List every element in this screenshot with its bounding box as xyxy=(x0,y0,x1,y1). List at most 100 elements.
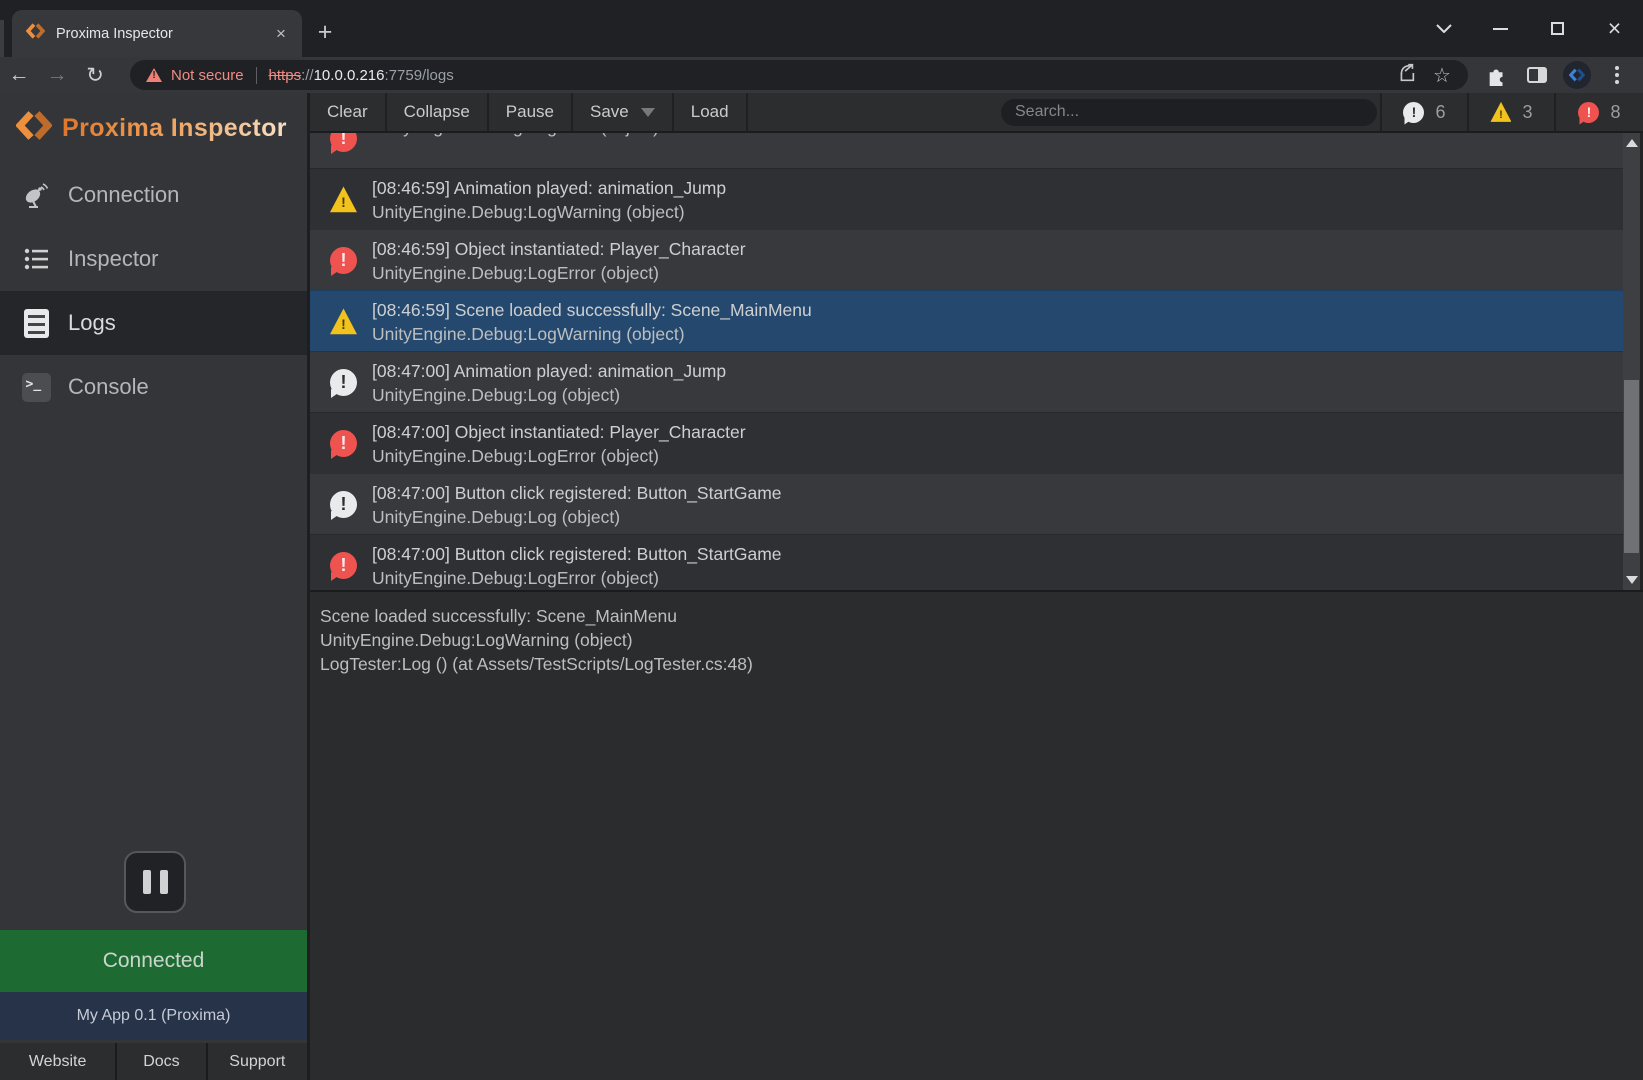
log-entry-text: [08:46:59] Animation played: animation_J… xyxy=(372,169,726,229)
document-icon xyxy=(20,309,52,338)
log-stack: UnityEngine.Debug:LogError (object) xyxy=(372,133,659,139)
app-info-bar: My App 0.1 (Proxima) xyxy=(0,992,307,1040)
window-edge xyxy=(0,20,4,57)
scroll-down-arrow-icon[interactable] xyxy=(1626,576,1638,584)
log-entry[interactable]: ! [08:47:00] Button click registered: Bu… xyxy=(310,534,1623,590)
browser-action-icons xyxy=(1477,57,1637,93)
logs-page: Clear Collapse Pause Save Load ! 6 ! 3 !… xyxy=(310,93,1643,1080)
tab-favicon-proxima-logo-icon xyxy=(26,22,45,45)
browser-navbar: ← → ↻ ! Not secure https://10.0.0.216:77… xyxy=(0,57,1643,93)
log-level-icon: ! xyxy=(330,491,357,518)
info-count-filter[interactable]: ! 6 xyxy=(1382,93,1469,131)
not-secure-warning-icon: ! xyxy=(146,68,162,82)
sidebar-item-label: Inspector xyxy=(68,246,159,272)
sidebar-item-inspector[interactable]: Inspector xyxy=(0,227,307,291)
pause-stream-button[interactable] xyxy=(124,851,186,913)
forward-icon[interactable]: → xyxy=(38,63,76,87)
search-area xyxy=(748,93,1382,131)
profile-avatar-logo-icon xyxy=(1563,61,1591,89)
log-list-rows: ! UnityEngine.Debug:LogError (object) ! … xyxy=(310,133,1623,590)
sidebar-item-logs[interactable]: Logs xyxy=(0,291,307,355)
side-panel-icon[interactable] xyxy=(1517,59,1557,91)
tab-search-chevron-icon[interactable] xyxy=(1415,0,1472,57)
pause-button[interactable]: Pause xyxy=(489,93,573,131)
warning-count-filter[interactable]: ! 3 xyxy=(1469,93,1556,131)
log-level-icon: ! xyxy=(330,308,357,335)
log-message: [08:47:00] Button click registered: Butt… xyxy=(372,542,782,566)
log-message: [08:46:59] Object instantiated: Player_C… xyxy=(372,237,746,261)
window-controls: × xyxy=(1415,0,1643,57)
url-path: :7759/logs xyxy=(385,67,454,84)
tab-close-icon[interactable]: × xyxy=(270,23,292,45)
footer-link-support[interactable]: Support xyxy=(208,1043,307,1080)
log-message: [08:47:00] Object instantiated: Player_C… xyxy=(372,420,746,444)
log-entry[interactable]: ! [08:47:00] Object instantiated: Player… xyxy=(310,412,1623,473)
detail-line: LogTester:Log () (at Assets/TestScripts/… xyxy=(320,652,1633,676)
window-minimize-button[interactable] xyxy=(1472,0,1529,57)
connection-status-badge: Connected xyxy=(0,930,307,992)
bookmark-star-icon[interactable]: ☆ xyxy=(1424,63,1460,88)
tab-title: Proxima Inspector xyxy=(56,26,270,42)
log-entry[interactable]: ! [08:46:59] Animation played: animation… xyxy=(310,168,1623,229)
back-icon[interactable]: ← xyxy=(0,63,38,87)
proxima-logo-icon xyxy=(16,110,52,146)
window-close-button[interactable]: × xyxy=(1586,0,1643,57)
sidebar-item-label: Console xyxy=(68,374,149,400)
log-level-icon: ! xyxy=(330,247,357,274)
log-scrollbar[interactable] xyxy=(1623,133,1640,590)
log-entry[interactable]: ! [08:47:00] Animation played: animation… xyxy=(310,351,1623,412)
sidebar-item-console[interactable]: >_ Console xyxy=(0,355,307,419)
scrollbar-thumb[interactable] xyxy=(1624,380,1639,553)
save-dropdown-caret-icon[interactable] xyxy=(641,108,655,117)
browser-tab[interactable]: Proxima Inspector × xyxy=(12,10,302,57)
log-stack: UnityEngine.Debug:LogWarning (object) xyxy=(372,322,812,346)
pause-icon xyxy=(143,870,151,894)
log-message: [08:46:59] Scene loaded successfully: Sc… xyxy=(372,298,812,322)
new-tab-button[interactable]: + xyxy=(308,16,342,50)
log-entry-text: [08:47:00] Button click registered: Butt… xyxy=(372,535,782,590)
log-entry-text: UnityEngine.Debug:LogError (object) xyxy=(372,133,659,168)
log-stack: UnityEngine.Debug:LogWarning (object) xyxy=(372,200,726,224)
share-icon[interactable] xyxy=(1388,62,1424,89)
error-count: 8 xyxy=(1610,102,1620,123)
search-input[interactable] xyxy=(1001,99,1377,126)
terminal-icon: >_ xyxy=(20,373,52,402)
browser-menu-dots-icon[interactable] xyxy=(1597,59,1637,91)
reload-icon[interactable]: ↻ xyxy=(76,63,114,88)
clear-button[interactable]: Clear xyxy=(310,93,387,131)
profile-avatar[interactable] xyxy=(1557,59,1597,91)
sidebar-item-connection[interactable]: Connection xyxy=(0,163,307,227)
log-entry-text: [08:47:00] Animation played: animation_J… xyxy=(372,352,726,412)
error-icon: ! xyxy=(1578,102,1599,123)
sidebar-footer: Website Docs Support xyxy=(0,1043,307,1080)
window-maximize-button[interactable] xyxy=(1529,0,1586,57)
log-entry[interactable]: ! [08:47:00] Button click registered: Bu… xyxy=(310,473,1623,534)
save-label: Save xyxy=(590,102,629,122)
log-entry-text: [08:47:00] Object instantiated: Player_C… xyxy=(372,413,746,473)
save-button[interactable]: Save xyxy=(573,93,674,131)
warning-count: 3 xyxy=(1522,102,1532,123)
footer-link-website[interactable]: Website xyxy=(0,1043,115,1080)
error-count-filter[interactable]: ! 8 xyxy=(1556,93,1643,131)
collapse-button[interactable]: Collapse xyxy=(387,93,489,131)
load-button[interactable]: Load xyxy=(674,93,748,131)
url-separator: :// xyxy=(301,67,314,84)
extensions-puzzle-icon[interactable] xyxy=(1477,59,1517,91)
log-level-icon: ! xyxy=(330,552,357,579)
log-stack: UnityEngine.Debug:LogError (object) xyxy=(372,261,746,285)
address-bar[interactable]: ! Not secure https://10.0.0.216:7759/log… xyxy=(130,60,1468,90)
log-level-icon: ! xyxy=(330,430,357,457)
url-text: https://10.0.0.216:7759/logs xyxy=(269,67,1388,84)
satellite-icon xyxy=(20,180,52,210)
detail-line: Scene loaded successfully: Scene_MainMen… xyxy=(320,604,1633,628)
log-entry[interactable]: ! UnityEngine.Debug:LogError (object) xyxy=(310,133,1623,168)
log-stack: UnityEngine.Debug:LogError (object) xyxy=(372,566,782,590)
log-entry-text: [08:46:59] Scene loaded successfully: Sc… xyxy=(372,291,812,351)
scroll-up-arrow-icon[interactable] xyxy=(1626,139,1638,147)
footer-link-docs[interactable]: Docs xyxy=(117,1043,205,1080)
log-entry[interactable]: ! [08:46:59] Scene loaded successfully: … xyxy=(310,290,1623,351)
warning-icon: ! xyxy=(1490,102,1511,123)
log-entry[interactable]: ! [08:46:59] Object instantiated: Player… xyxy=(310,229,1623,290)
info-count: 6 xyxy=(1435,102,1445,123)
log-stack: UnityEngine.Debug:Log (object) xyxy=(372,505,782,529)
